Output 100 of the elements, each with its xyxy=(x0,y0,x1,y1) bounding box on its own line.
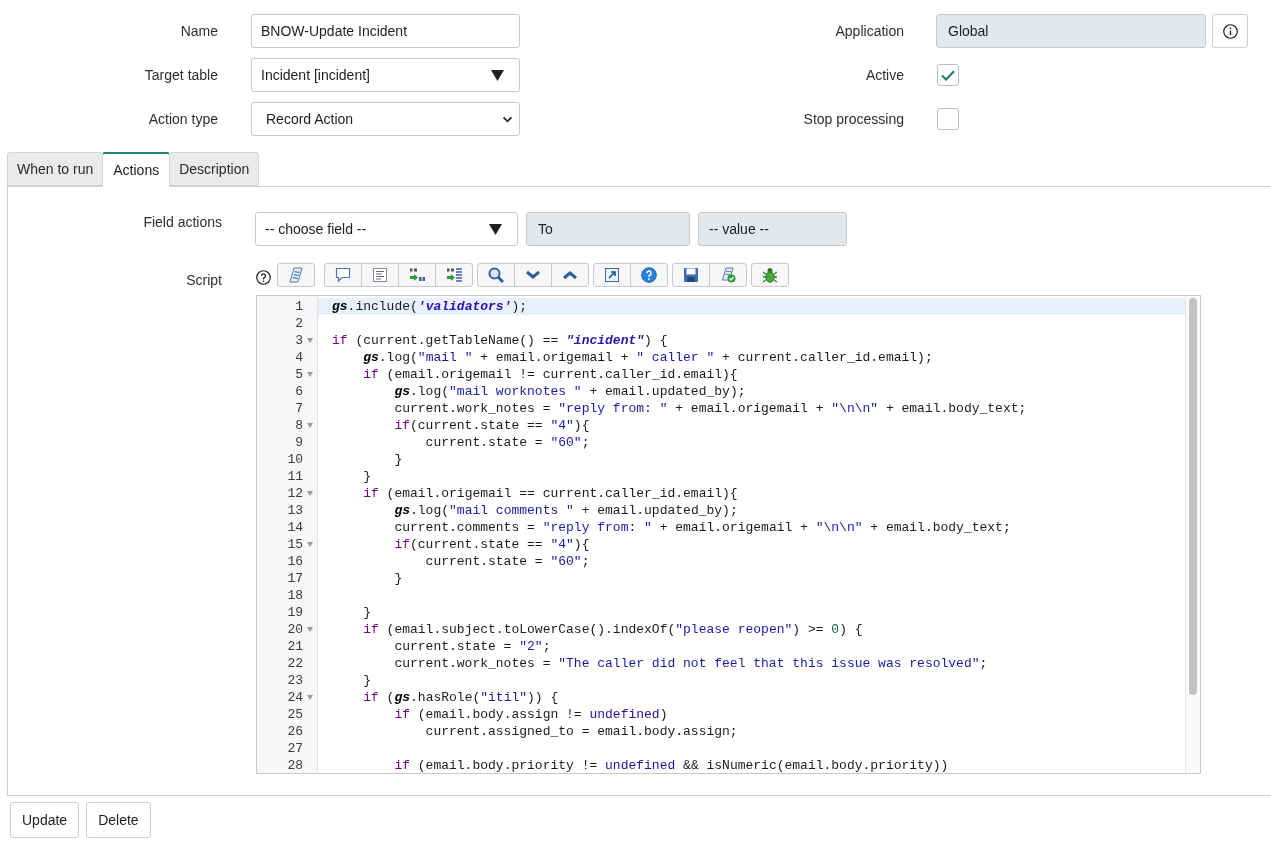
find-next-button[interactable] xyxy=(514,263,552,287)
dropdown-triangle-icon xyxy=(489,223,502,235)
line-number: 15 xyxy=(287,536,303,553)
code-line: if (email.subject.toLowerCase().indexOf("please reopen") >= 0) { xyxy=(363,621,863,638)
dropdown-select[interactable]: Record Action xyxy=(251,102,520,136)
syntax-check-button[interactable] xyxy=(709,263,747,287)
fold-arrow-icon[interactable] xyxy=(307,423,313,428)
field-label: Application xyxy=(835,21,904,41)
line-number: 16 xyxy=(287,553,303,570)
line-number: 26 xyxy=(287,723,303,740)
form-button[interactable]: Update xyxy=(10,802,80,838)
line-number: 24 xyxy=(287,689,303,706)
code-line: gs.include('validators'); xyxy=(332,298,528,315)
fold-arrow-icon[interactable] xyxy=(307,372,313,377)
help-icon xyxy=(641,267,657,283)
code-line: gs.log("mail " + email.origemail + " caller " + current.caller_id.email); xyxy=(363,349,933,366)
form-button[interactable]: Delete xyxy=(86,802,151,838)
line-number: 21 xyxy=(287,638,303,655)
tab[interactable]: Description xyxy=(169,152,260,186)
checkbox[interactable] xyxy=(937,108,959,130)
replace-all-button[interactable] xyxy=(435,263,473,287)
field-label: Name xyxy=(180,21,218,41)
line-number: 3 xyxy=(295,332,303,349)
code-line: current.state = "60"; xyxy=(425,553,590,570)
code-line: current.work_notes = "The caller did not feel that this issue was resolved"; xyxy=(394,655,988,672)
fold-arrow-icon[interactable] xyxy=(307,491,313,496)
replace-all-icon xyxy=(446,267,462,283)
code-line: gs.log("mail worknotes " + email.updated_by); xyxy=(394,383,746,400)
bug-icon xyxy=(762,267,778,283)
code-line: if (email.origemail != current.caller_id.email){ xyxy=(363,366,738,383)
line-number: 10 xyxy=(287,451,303,468)
code-line: if (email.body.assign != undefined) xyxy=(394,706,668,723)
info-icon xyxy=(1222,23,1238,39)
fold-arrow-icon[interactable] xyxy=(307,627,313,632)
line-number: 13 xyxy=(287,502,303,519)
code-line: } xyxy=(394,570,403,587)
scrollbar-thumb[interactable] xyxy=(1189,298,1197,695)
fold-arrow-icon[interactable] xyxy=(307,695,313,700)
line-number: 19 xyxy=(287,604,303,621)
field-label: Target table xyxy=(144,65,218,85)
line-number: 11 xyxy=(287,468,303,485)
code-line: } xyxy=(394,451,403,468)
field-label: Script xyxy=(186,271,222,290)
format-button[interactable] xyxy=(361,263,399,287)
search-button[interactable] xyxy=(477,263,515,287)
code-line: if(current.state == "4"){ xyxy=(394,536,590,553)
info-button[interactable] xyxy=(1212,14,1248,48)
readonly-field[interactable]: Global xyxy=(936,14,1206,48)
value-field[interactable]: -- value -- xyxy=(698,212,847,246)
chevron-down-icon xyxy=(502,115,513,123)
help-button[interactable] xyxy=(630,263,668,287)
text-field[interactable]: BNOW-Update Incident xyxy=(251,14,520,48)
code-line: gs.log("mail comments " + email.updated_by); xyxy=(394,502,738,519)
field-select[interactable]: -- choose field -- xyxy=(255,212,518,246)
code-line: current.assigned_to = email.body.assign; xyxy=(425,723,738,740)
line-number: 7 xyxy=(295,400,303,417)
operator-field[interactable]: To xyxy=(526,212,690,246)
tab[interactable]: When to run xyxy=(7,152,104,186)
script-button[interactable] xyxy=(277,263,315,287)
help-icon[interactable] xyxy=(256,269,271,285)
code-line: } xyxy=(363,468,371,485)
debug-button[interactable] xyxy=(751,263,789,287)
replace-button[interactable] xyxy=(398,263,436,287)
fullscreen-button[interactable] xyxy=(593,263,631,287)
code-line: current.state = "60"; xyxy=(425,434,590,451)
line-number: 14 xyxy=(287,519,303,536)
fold-arrow-icon[interactable] xyxy=(307,338,313,343)
field-label: Stop processing xyxy=(803,109,904,129)
dropdown-triangle-icon xyxy=(491,69,504,81)
save-button[interactable] xyxy=(672,263,710,287)
line-number: 18 xyxy=(287,587,303,604)
reference-select[interactable]: Incident [incident] xyxy=(251,58,520,92)
line-number: 20 xyxy=(287,621,303,638)
line-number: 2 xyxy=(295,315,303,332)
line-number: 25 xyxy=(287,706,303,723)
code-editor[interactable] xyxy=(256,295,1201,774)
line-number: 8 xyxy=(295,417,303,434)
code-line: if (email.body.priority != undefined && isNumeric(email.body.priority)) xyxy=(394,757,949,773)
checkbox[interactable] xyxy=(937,64,959,86)
line-number: 22 xyxy=(287,655,303,672)
tab[interactable]: Actions xyxy=(102,152,171,187)
line-number: 9 xyxy=(295,434,303,451)
field-label: Action type xyxy=(148,109,218,129)
fold-arrow-icon[interactable] xyxy=(307,542,313,547)
code-line: if (gs.hasRole("itil")) { xyxy=(363,689,559,706)
code-line: } xyxy=(363,604,371,621)
field-label: Field actions xyxy=(143,213,222,232)
arrow-box-icon xyxy=(604,267,620,283)
line-number: 6 xyxy=(295,383,303,400)
line-number: 5 xyxy=(295,366,303,383)
line-number: 28 xyxy=(287,757,303,773)
comment-button[interactable] xyxy=(324,263,362,287)
line-number: 23 xyxy=(287,672,303,689)
text-lines-icon xyxy=(372,267,388,283)
code-line: current.state = "2"; xyxy=(394,638,551,655)
line-number: 12 xyxy=(287,485,303,502)
code-line: } xyxy=(363,672,371,689)
find-previous-button[interactable] xyxy=(551,263,589,287)
code-line: current.comments = "reply from: " + email.origemail + "\n\n" + email.body_text; xyxy=(394,519,1011,536)
field-label: Active xyxy=(865,65,904,85)
